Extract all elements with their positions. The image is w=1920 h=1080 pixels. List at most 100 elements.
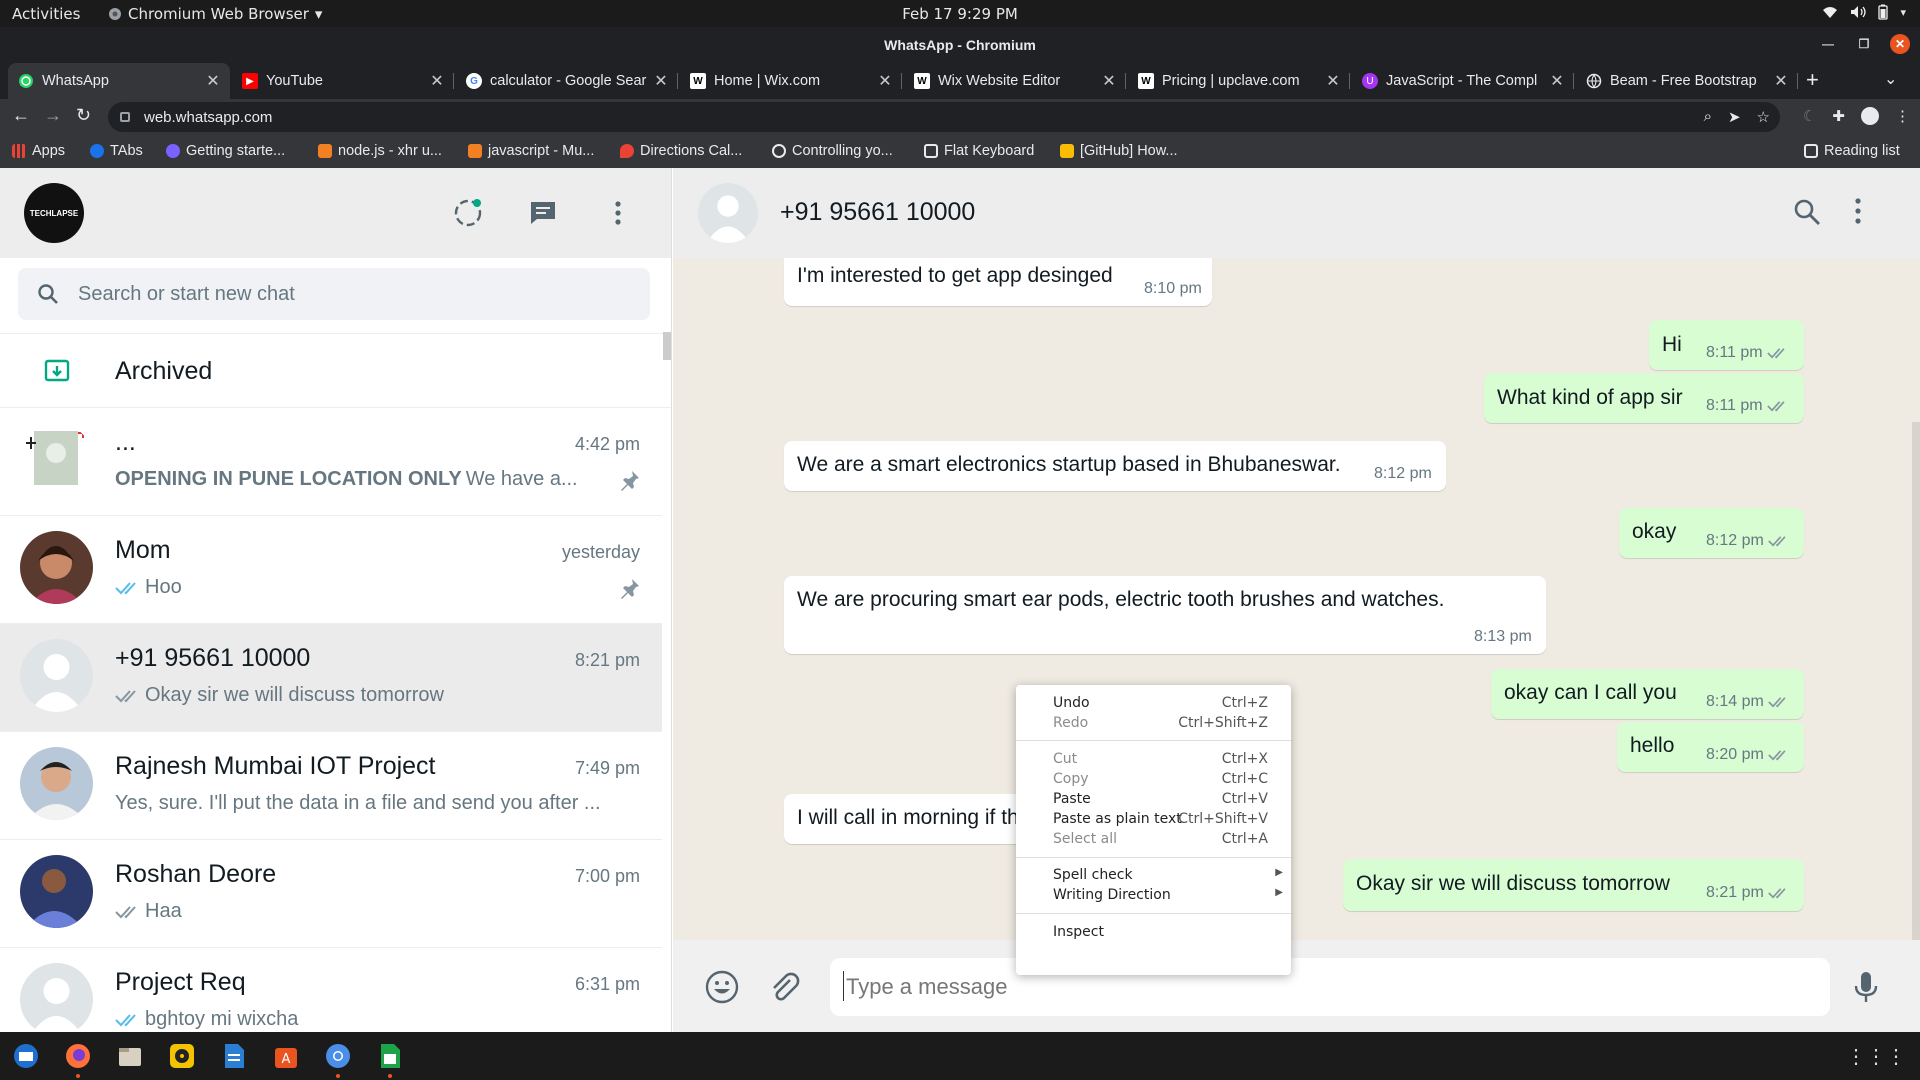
- tab-wix-editor[interactable]: W Wix Website Editor ✕: [904, 63, 1126, 99]
- tab-google[interactable]: G calculator - Google Sear ✕: [456, 63, 678, 99]
- menu-item-inspect[interactable]: Inspect: [1016, 921, 1291, 945]
- clock[interactable]: Feb 17 9:29 PM: [902, 5, 1018, 23]
- chat-list-item[interactable]: ... 4:42 pm OPENING IN PUNE LOCATION ONL…: [0, 408, 662, 516]
- scrollbar[interactable]: [663, 332, 671, 360]
- tab-search-chevron-icon[interactable]: ⌄: [1884, 69, 1897, 89]
- close-window-button[interactable]: ✕: [1890, 34, 1910, 54]
- minimize-button[interactable]: —: [1818, 34, 1838, 54]
- my-profile-avatar[interactable]: TECHLAPSE: [24, 183, 84, 243]
- software-icon[interactable]: A: [272, 1042, 300, 1070]
- calc-icon[interactable]: [376, 1042, 404, 1078]
- bookmark-tabs[interactable]: TAbs: [90, 143, 143, 159]
- chat-preview-text: Yes, sure. I'll put the data in a file a…: [115, 792, 601, 814]
- close-tab-icon[interactable]: ✕: [1102, 71, 1116, 91]
- menu-item-redo[interactable]: Redo Ctrl+Shift+Z: [1016, 712, 1291, 736]
- firefox-icon[interactable]: [64, 1042, 92, 1078]
- chat-list-item[interactable]: Roshan Deore 7:00 pm Haa: [0, 840, 662, 948]
- chat-name: Rajnesh Mumbai IOT Project: [115, 752, 436, 780]
- chat-list-item[interactable]: Project Req 6:31 pm bghtoy mi wixcha: [0, 948, 662, 1032]
- bookmark-javascript[interactable]: javascript - Mu...: [468, 143, 594, 159]
- bookmark-getting-started[interactable]: Getting starte...: [166, 143, 285, 159]
- conversation-header[interactable]: +91 95661 10000: [673, 168, 1920, 258]
- puzzle-icon[interactable]: ✚: [1832, 107, 1845, 125]
- tab-beam[interactable]: Beam - Free Bootstrap ✕: [1576, 63, 1798, 99]
- status-icon[interactable]: [453, 198, 483, 228]
- tab-upclave[interactable]: W Pricing | upclave.com ✕: [1128, 63, 1350, 99]
- more-menu-icon[interactable]: ⋮: [1895, 107, 1910, 125]
- close-tab-icon[interactable]: ✕: [430, 71, 444, 91]
- activities-button[interactable]: Activities: [12, 5, 80, 23]
- close-tab-icon[interactable]: ✕: [1774, 71, 1788, 91]
- files-icon[interactable]: [116, 1042, 144, 1070]
- message-time: 8:11 pm: [1706, 344, 1763, 361]
- chat-time: 4:42 pm: [574, 434, 640, 454]
- scrollbar[interactable]: [1912, 422, 1920, 940]
- chat-name: Roshan Deore: [115, 860, 277, 888]
- extension-icon[interactable]: ☾: [1803, 107, 1816, 125]
- chat-list-item[interactable]: Rajnesh Mumbai IOT Project 7:49 pm Yes, …: [0, 732, 662, 840]
- star-icon[interactable]: ☆: [1757, 108, 1770, 126]
- menu-icon[interactable]: [603, 198, 633, 228]
- microphone-icon[interactable]: [1853, 970, 1879, 1009]
- address-bar[interactable]: web.whatsapp.com ⌕ ➤ ☆: [108, 102, 1780, 132]
- thunderbird-icon[interactable]: [12, 1042, 40, 1070]
- chat-list-item[interactable]: Mom yesterday Hoo: [0, 516, 662, 624]
- bookmark-controlling[interactable]: Controlling yo...: [772, 143, 893, 159]
- bookmark-flat-keyboard[interactable]: Flat Keyboard: [924, 143, 1034, 159]
- zoom-icon[interactable]: ⌕: [1704, 108, 1712, 126]
- incoming-message[interactable]: I'm interested to get app desinged 8:10 …: [784, 258, 1212, 306]
- close-tab-icon[interactable]: ✕: [878, 71, 892, 91]
- incoming-message[interactable]: We are a smart electronics startup based…: [784, 441, 1446, 491]
- writer-icon[interactable]: [220, 1042, 248, 1070]
- bookmark-directions[interactable]: Directions Cal...: [620, 143, 742, 159]
- outgoing-message[interactable]: okay can I call you 8:14 pm: [1491, 669, 1804, 719]
- profile-icon[interactable]: [1861, 107, 1879, 125]
- close-tab-icon[interactable]: ✕: [1550, 71, 1564, 91]
- tab-whatsapp[interactable]: WhatsApp ✕: [8, 63, 230, 99]
- menu-item-writing-direction[interactable]: Writing Direction ▶: [1016, 884, 1291, 908]
- reading-list-button[interactable]: Reading list: [1804, 143, 1900, 159]
- close-tab-icon[interactable]: ✕: [1326, 71, 1340, 91]
- app-menu[interactable]: Chromium Web Browser ▾: [108, 5, 322, 23]
- tab-strip: WhatsApp ✕ ▶ YouTube ✕ G calculator - Go…: [0, 63, 1920, 99]
- incoming-message[interactable]: We are procuring smart ear pods, electri…: [784, 576, 1546, 654]
- back-button[interactable]: ←: [12, 105, 30, 126]
- system-tray[interactable]: ▾: [1822, 4, 1906, 20]
- wifi-icon: [1823, 7, 1838, 18]
- show-apps-grid-icon[interactable]: ⋮⋮⋮: [1846, 1044, 1906, 1069]
- emoji-icon[interactable]: [705, 970, 739, 1009]
- rhythmbox-icon[interactable]: [168, 1042, 196, 1070]
- tab-youtube[interactable]: ▶ YouTube ✕: [232, 63, 454, 99]
- new-chat-icon[interactable]: [528, 198, 558, 228]
- new-tab-button[interactable]: +: [1806, 67, 1819, 93]
- message-text: I will call in morning if th: [797, 806, 1019, 829]
- outgoing-message[interactable]: Hi 8:11 pm: [1649, 320, 1804, 370]
- chromium-icon[interactable]: [324, 1042, 352, 1078]
- close-tab-icon[interactable]: ✕: [654, 71, 668, 91]
- menu-item-select-all[interactable]: Select all Ctrl+A: [1016, 828, 1291, 852]
- outgoing-message[interactable]: Okay sir we will discuss tomorrow 8:21 p…: [1343, 859, 1804, 911]
- forward-button[interactable]: →: [44, 105, 62, 126]
- bookmark-apps[interactable]: Apps: [12, 143, 65, 159]
- archived-row[interactable]: Archived: [0, 334, 671, 408]
- search-icon[interactable]: [1793, 198, 1821, 231]
- bookmark-github[interactable]: [GitHub] How...: [1060, 143, 1178, 159]
- attach-icon[interactable]: [766, 970, 800, 1009]
- tab-wix-home[interactable]: W Home | Wix.com ✕: [680, 63, 902, 99]
- reload-button[interactable]: ↻: [76, 105, 91, 126]
- search-input[interactable]: [78, 282, 618, 306]
- message-input[interactable]: [830, 958, 1830, 1016]
- outgoing-message[interactable]: What kind of app sir 8:11 pm: [1484, 373, 1804, 423]
- send-icon[interactable]: ➤: [1728, 108, 1741, 126]
- bookmark-nodejs[interactable]: node.js - xhr u...: [318, 143, 442, 159]
- maximize-button[interactable]: ❐: [1854, 34, 1874, 54]
- udemy-icon: U: [1362, 73, 1378, 89]
- menu-icon[interactable]: [1855, 198, 1861, 229]
- outgoing-message[interactable]: hello 8:20 pm: [1617, 722, 1804, 772]
- default-avatar-icon[interactable]: [698, 183, 758, 243]
- chat-list-item-selected[interactable]: +91 95661 10000 8:21 pm Okay sir we will…: [0, 624, 662, 732]
- search-box[interactable]: [18, 268, 650, 320]
- close-tab-icon[interactable]: ✕: [206, 71, 220, 91]
- outgoing-message[interactable]: okay 8:12 pm: [1619, 508, 1804, 558]
- tab-javascript[interactable]: U JavaScript - The Compl ✕: [1352, 63, 1574, 99]
